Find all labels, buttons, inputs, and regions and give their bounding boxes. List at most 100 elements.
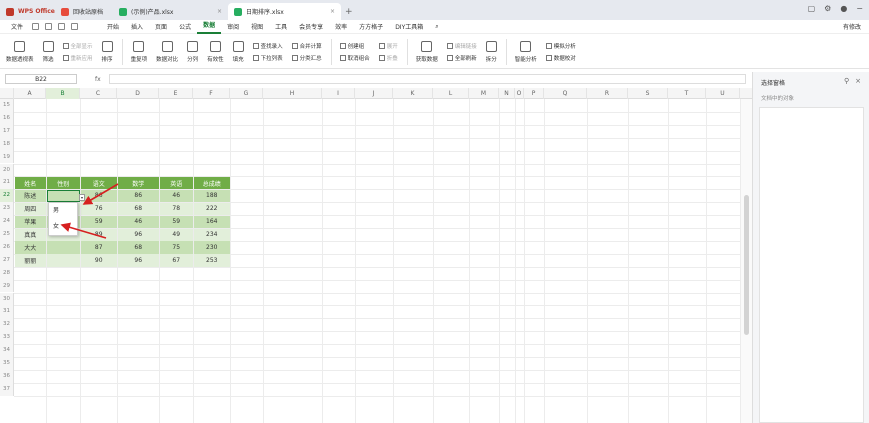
row-header-16[interactable]: 16 — [0, 111, 14, 125]
column-header-e[interactable]: E — [159, 88, 193, 99]
row-header-18[interactable]: 18 — [0, 137, 14, 151]
avatar[interactable]: ● — [840, 4, 847, 13]
table-cell[interactable]: 234 — [193, 228, 230, 241]
split-button[interactable]: 分列 — [187, 40, 198, 63]
function-icon[interactable]: fx — [95, 76, 101, 83]
merge-calc-button[interactable]: 合并计算 — [291, 42, 322, 50]
column-header-q[interactable]: Q — [544, 88, 587, 99]
table-cell[interactable]: 75 — [159, 241, 193, 254]
column-header-f[interactable]: F — [193, 88, 230, 99]
row-header-37[interactable]: 37 — [0, 382, 14, 396]
menu-data[interactable]: 数据 — [197, 20, 222, 34]
row-header-19[interactable]: 19 — [0, 150, 14, 164]
dropdown-option-1[interactable]: 女 — [49, 219, 77, 235]
smart-analysis-button[interactable]: 智能分析 — [515, 40, 537, 63]
column-header-h[interactable]: H — [263, 88, 322, 99]
row-header-27[interactable]: 27 — [0, 253, 14, 267]
row-header-36[interactable]: 36 — [0, 369, 14, 383]
collapse-button[interactable]: 折叠 — [378, 54, 398, 62]
menu-fangfang[interactable]: 方方格子 — [353, 22, 389, 31]
name-box[interactable]: B22 — [5, 74, 77, 84]
row-header-20[interactable]: 20 — [0, 163, 14, 177]
menu-diy[interactable]: DIY工具箱 — [389, 22, 429, 31]
table-cell[interactable]: 68 — [117, 241, 159, 254]
row-header-32[interactable]: 32 — [0, 318, 14, 332]
table-cell[interactable]: 89 — [80, 228, 117, 241]
column-header-d[interactable]: D — [117, 88, 159, 99]
table-cell[interactable]: 67 — [159, 254, 193, 267]
table-cell[interactable]: 苹果 — [14, 215, 46, 228]
expand-button[interactable]: 展开 — [378, 42, 398, 50]
table-cell[interactable]: 96 — [117, 254, 159, 267]
table-cell[interactable]: 46 — [117, 215, 159, 228]
menu-insert[interactable]: 插入 — [125, 22, 149, 31]
subtotal-button[interactable]: 分类汇总 — [291, 54, 322, 62]
row-header-15[interactable]: 15 — [0, 99, 14, 112]
column-header-o[interactable]: O — [515, 88, 524, 99]
table-cell[interactable]: 164 — [193, 215, 230, 228]
menu-formula[interactable]: 公式 — [173, 22, 197, 31]
validity-button[interactable]: 有效性 — [207, 40, 224, 63]
tab-recycle[interactable]: 回收站原档 — [55, 3, 113, 20]
table-cell[interactable]: 大大 — [14, 241, 46, 254]
scrollbar-thumb[interactable] — [744, 195, 749, 335]
table-cell[interactable]: 59 — [80, 215, 117, 228]
row-header-28[interactable]: 28 — [0, 266, 14, 280]
row-header-17[interactable]: 17 — [0, 124, 14, 138]
menu-page[interactable]: 页面 — [149, 22, 173, 31]
row-header-24[interactable]: 24 — [0, 215, 14, 228]
get-data-button[interactable]: 获取数据 — [416, 40, 438, 63]
table-cell[interactable]: 86 — [80, 189, 117, 203]
menu-member[interactable]: 会员专享 — [293, 22, 329, 31]
pane-title[interactable]: 选择窗格 — [761, 78, 785, 87]
split-sheet-button[interactable]: 拆分 — [485, 40, 497, 63]
menu-tools[interactable]: 工具 — [269, 22, 293, 31]
sim-analysis-button[interactable]: 模拟分析 — [545, 42, 576, 50]
column-header-t[interactable]: T — [668, 88, 706, 99]
column-header-c[interactable]: C — [80, 88, 117, 99]
settings-icon[interactable]: ⚙ — [824, 4, 831, 13]
table-cell[interactable]: 49 — [159, 228, 193, 241]
column-header-s[interactable]: S — [628, 88, 668, 99]
lookup-button[interactable]: 查找录入 — [252, 42, 283, 50]
menu-start[interactable]: 开始 — [101, 22, 125, 31]
table-cell[interactable]: 188 — [193, 189, 230, 203]
menu-file[interactable]: 文件 — [5, 22, 29, 31]
pivot-table-button[interactable]: 数据透视表 — [6, 40, 34, 63]
fill-button[interactable]: 填充 — [232, 40, 244, 63]
row-header-23[interactable]: 23 — [0, 202, 14, 216]
table-cell[interactable]: 222 — [193, 202, 230, 216]
table-header-cell[interactable]: 数学 — [117, 176, 159, 190]
print-icon[interactable] — [45, 23, 53, 30]
sort-button[interactable]: 排序 — [101, 40, 113, 63]
row-header-29[interactable]: 29 — [0, 279, 14, 293]
table-cell[interactable] — [46, 189, 80, 203]
table-cell[interactable]: 真真 — [14, 228, 46, 241]
close-icon[interactable]: × — [855, 77, 861, 85]
column-header-a[interactable]: A — [14, 88, 46, 99]
spreadsheet-grid[interactable]: ABCDEFGHIJKLMNOPQRSTU 15 16 17 18 19 20 21 22 23… — [0, 88, 752, 423]
menu-review[interactable]: 审阅 — [221, 22, 245, 31]
edit-links-button[interactable]: 编辑链接 — [446, 42, 477, 50]
close-icon[interactable]: × — [217, 8, 222, 15]
table-cell[interactable]: 86 — [117, 189, 159, 203]
table-cell[interactable]: 230 — [193, 241, 230, 254]
dropdown-option-0[interactable]: 男 — [49, 203, 77, 219]
table-cell[interactable]: 59 — [159, 215, 193, 228]
cell-dropdown-button[interactable]: ▾ — [79, 194, 85, 202]
pin-icon[interactable]: ⚲ — [844, 77, 849, 85]
refresh-all-button[interactable]: 全部刷新 — [446, 54, 477, 62]
create-group-button[interactable]: 创建组 — [339, 42, 370, 50]
share-button[interactable]: 有修改 — [843, 22, 861, 31]
column-header-p[interactable]: P — [524, 88, 544, 99]
column-header-m[interactable]: M — [469, 88, 499, 99]
formula-input[interactable] — [108, 74, 746, 84]
table-header-cell[interactable]: 总成绩 — [193, 176, 230, 190]
table-cell[interactable]: 68 — [117, 202, 159, 216]
row-header-34[interactable]: 34 — [0, 344, 14, 357]
column-header-r[interactable]: R — [587, 88, 628, 99]
compare-button[interactable]: 数据对比 — [156, 40, 178, 63]
table-cell[interactable]: 陈述 — [14, 189, 46, 203]
tab-wps-home[interactable]: WPS Office — [0, 3, 55, 20]
tab-sample-product[interactable]: (示例)产品.xlsx × — [113, 3, 228, 20]
